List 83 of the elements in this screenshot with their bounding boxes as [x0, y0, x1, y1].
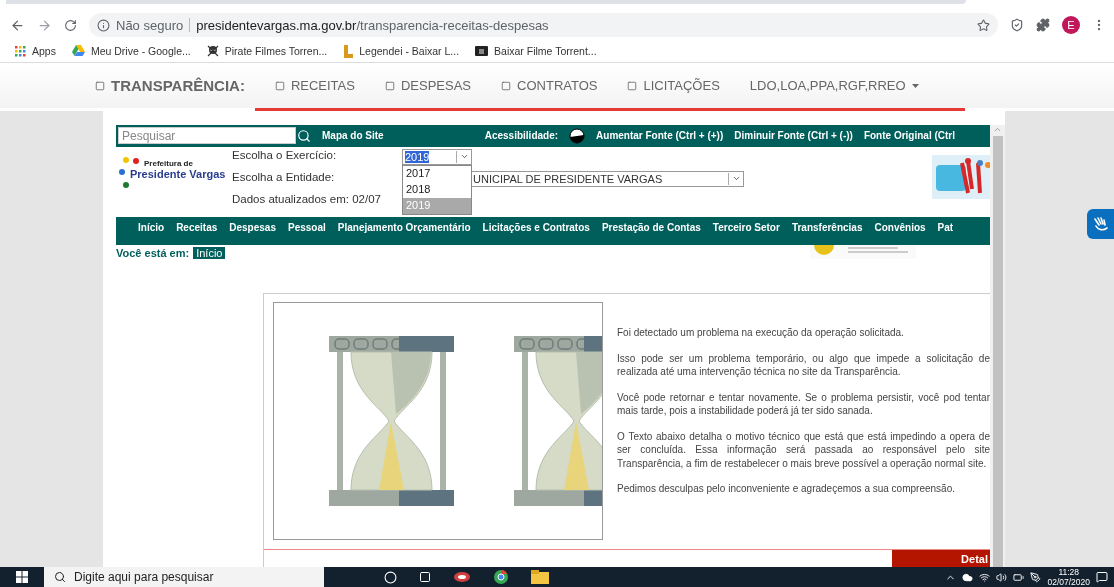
star-icon[interactable] [977, 18, 990, 32]
nav-link[interactable]: DESPESAS [384, 78, 472, 93]
menu-item[interactable]: Despesas [229, 221, 276, 233]
menu-item[interactable]: Convênios [874, 221, 926, 233]
bookmark[interactable]: Pirate Filmes Torren... [206, 45, 328, 57]
address-bar[interactable]: Não seguro presidentevargas.ma.gov.br/transparencia-receitas-despesas [89, 13, 998, 37]
error-paragraph: O Texto abaixo detalha o motivo técnico que está que está impedindo a opera de ser concluída. Essa informação será passada ao responsável pelo site Transparência, a fim de restabelecer o mais breve possível a operação normal site. [617, 429, 990, 470]
menu-item[interactable]: Transferências [791, 221, 863, 233]
profile-avatar[interactable]: E [1062, 16, 1080, 34]
search-field[interactable]: Pesquisar [118, 127, 296, 145]
exercise-label: Escolha o Exercício: [232, 148, 338, 163]
nav-link[interactable]: CONTRATOS [501, 78, 598, 93]
nav-dropdown[interactable]: LDO,LOA,PPA,RGF,RREO [749, 78, 919, 93]
taskbar-search[interactable]: Digite aqui para pesquisar [44, 567, 324, 587]
film-icon [475, 45, 489, 57]
logo-text: Prefeitura de [144, 158, 194, 168]
error-paragraph: Isso pode ser um problema temporário, ou algo que impede a solicitação de realizada até uma intervenção técnica no site da Transparência. [617, 351, 990, 379]
task-view-icon[interactable] [419, 571, 431, 583]
error-paragraph: Pedimos desculpas pelo inconveniente e agradeçemos a sua compreensão. [617, 482, 956, 496]
search-icon [54, 571, 66, 583]
browser-icon[interactable] [493, 569, 509, 585]
clock[interactable]: 11:28 02/07/2020 [1047, 567, 1090, 587]
figures-logo-drawing [932, 154, 990, 199]
url-text: presidentevargas.ma.gov.br/transparencia-receitas-despesas [196, 17, 550, 33]
windows-icon [16, 571, 28, 583]
battery-icon[interactable] [1013, 571, 1025, 583]
menu-item[interactable]: Receitas [176, 221, 218, 233]
wifi-icon[interactable] [979, 571, 991, 583]
square-icon [274, 80, 285, 91]
speaker-icon[interactable] [996, 571, 1008, 583]
site-map-link[interactable]: Mapa do Site [322, 130, 384, 142]
entity-label: Escolha a Entidade: [232, 170, 336, 185]
details-button[interactable]: Detal [892, 550, 990, 567]
notifications-icon[interactable] [1096, 571, 1108, 583]
error-paragraph: Foi detectado um problema na execução da operação solicitada. [617, 326, 905, 340]
bookmark[interactable]: Apps [14, 45, 56, 57]
contrast-icon[interactable] [569, 127, 586, 144]
letter-l-icon [343, 44, 354, 58]
accessibility-label: Acessibilidade: [484, 130, 559, 142]
font-size-link[interactable]: Fonte Original (Ctrl [863, 130, 955, 142]
reload-icon[interactable] [64, 18, 77, 32]
bookmark[interactable]: Baixar Filme Torrent... [475, 45, 597, 57]
menu-item[interactable]: Planejamento Orçamentário [337, 221, 471, 233]
breadcrumb-link[interactable]: Início [193, 247, 226, 259]
puzzle-icon[interactable] [1036, 18, 1050, 32]
forward-arrow-icon[interactable] [37, 17, 52, 33]
caret-icon [911, 83, 919, 88]
hand-icon [1092, 217, 1109, 231]
folder-icon[interactable] [531, 570, 549, 584]
font-size-link[interactable]: Aumentar Fonte (Ctrl + (+)) [596, 130, 724, 142]
search-icon[interactable] [297, 128, 311, 143]
sign-language-button[interactable] [1087, 209, 1114, 239]
cloud-icon[interactable] [962, 571, 974, 583]
bookmark[interactable]: Meu Drive - Google... [71, 45, 191, 57]
shield-icon[interactable] [1010, 18, 1024, 32]
update-date: Dados atualizados em: 02/07 [232, 192, 382, 205]
pen-icon[interactable] [1030, 571, 1042, 583]
apps-grid-icon [14, 45, 26, 57]
breadcrumb-label: Você está em: [116, 247, 190, 259]
menu-item[interactable]: Pat [937, 221, 954, 233]
square-icon [384, 80, 395, 91]
year-select[interactable]: 2019 [402, 148, 472, 165]
scroll-thumb[interactable] [992, 136, 1003, 567]
logo-title: Presidente Vargas [130, 167, 227, 180]
skull-icon [206, 45, 219, 57]
bookmark[interactable]: Legendei - Baixar L... [343, 44, 460, 58]
menu-item[interactable]: Prestação de Contas [601, 221, 701, 233]
square-icon [501, 80, 512, 91]
info-icon [97, 18, 110, 32]
nav-link[interactable]: LICITAÇÕES [627, 78, 720, 93]
site-title: TRANSPARÊNCIA: [95, 77, 245, 94]
font-size-link[interactable]: Diminuir Fonte (Ctrl + (-)) [734, 130, 853, 142]
menu-item[interactable]: Licitações e Contratos [482, 221, 590, 233]
nav-link[interactable]: RECEITAS [274, 78, 355, 93]
security-label: Não seguro [116, 17, 184, 33]
menu-item[interactable]: Pessoal [287, 221, 326, 233]
square-icon [627, 80, 638, 91]
square-icon [95, 80, 105, 91]
menu-item[interactable]: Terceiro Setor [712, 221, 780, 233]
error-paragraph: Você pode retornar e tentar novamente. Se o problema persistir, você pod tentar mais tarde, pois a instabilidade poderá já ter sido sanada. [617, 390, 990, 418]
cortana-icon[interactable] [384, 570, 397, 584]
menu-item[interactable]: Início [138, 221, 165, 233]
drive-triangle-icon [71, 45, 85, 57]
